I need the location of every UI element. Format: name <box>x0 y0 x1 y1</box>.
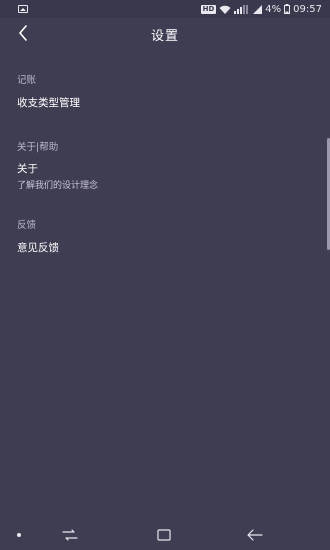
hd-badge: HD <box>200 4 217 14</box>
income-expense-type-management-item[interactable]: 收支类型管理 <box>17 95 80 110</box>
page-title: 设置 <box>150 29 179 44</box>
back-nav-icon <box>247 529 263 541</box>
navigation-bar <box>0 520 330 550</box>
recent-apps-icon <box>62 529 78 541</box>
status-bar: HD 4% 09:57 <box>0 0 330 18</box>
about-item[interactable]: 关于 <box>17 161 38 176</box>
wifi-icon <box>219 5 231 14</box>
gallery-icon <box>18 5 28 13</box>
section-header-feedback: 反馈 <box>17 220 37 231</box>
battery-icon <box>284 4 291 14</box>
about-item-subtitle: 了解我们的设计理念 <box>17 181 99 191</box>
section-header-bookkeeping: 记账 <box>17 75 37 86</box>
back-nav-button[interactable] <box>245 526 265 544</box>
section-header-about-help: 关于|帮助 <box>17 142 59 153</box>
home-button[interactable] <box>154 526 174 544</box>
recent-apps-button[interactable] <box>60 526 80 544</box>
home-icon <box>157 528 171 541</box>
app-bar: 设置 <box>0 18 330 48</box>
nav-dot <box>17 533 21 537</box>
signal-icon-2 <box>253 4 263 14</box>
signal-icon <box>234 4 250 14</box>
battery-percent: 4% <box>265 3 282 15</box>
feedback-item[interactable]: 意见反馈 <box>17 240 59 255</box>
clock: 09:57 <box>293 3 322 15</box>
